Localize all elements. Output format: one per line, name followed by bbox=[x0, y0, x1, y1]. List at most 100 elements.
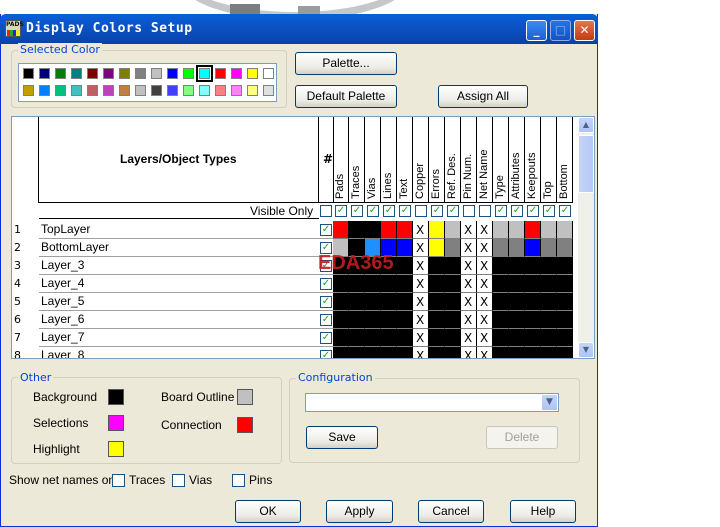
configuration-select[interactable] bbox=[305, 393, 559, 412]
visible-only-checkbox[interactable] bbox=[415, 205, 427, 217]
connection-color-box[interactable] bbox=[237, 417, 253, 433]
color-cell[interactable] bbox=[493, 275, 509, 293]
palette-swatch[interactable] bbox=[135, 85, 146, 96]
palette-swatch[interactable] bbox=[215, 68, 226, 79]
color-cell[interactable] bbox=[349, 329, 365, 347]
visible-only-checkbox[interactable]: ✓ bbox=[335, 205, 347, 217]
palette-swatch[interactable] bbox=[151, 85, 162, 96]
color-cell[interactable] bbox=[381, 311, 397, 329]
color-cell[interactable] bbox=[493, 347, 509, 358]
palette-swatch[interactable] bbox=[167, 85, 178, 96]
visible-only-checkbox[interactable]: ✓ bbox=[383, 205, 395, 217]
visible-only-checkbox[interactable] bbox=[479, 205, 491, 217]
traces-checkbox[interactable] bbox=[112, 474, 125, 487]
color-cell[interactable] bbox=[445, 221, 461, 239]
color-cell[interactable] bbox=[381, 275, 397, 293]
palette-swatch[interactable] bbox=[151, 68, 162, 79]
color-cell[interactable] bbox=[493, 257, 509, 275]
color-cell[interactable] bbox=[397, 239, 413, 257]
layer-visible-checkbox[interactable]: ✓ bbox=[320, 278, 332, 290]
color-cell[interactable] bbox=[333, 329, 349, 347]
color-cell[interactable] bbox=[445, 311, 461, 329]
cancel-button[interactable]: Cancel bbox=[418, 500, 484, 523]
default-palette-button[interactable]: Default Palette bbox=[295, 85, 397, 108]
color-cell[interactable] bbox=[557, 257, 573, 275]
color-cell[interactable] bbox=[397, 257, 413, 275]
configuration-dropdown-button[interactable]: ▼ bbox=[541, 394, 558, 411]
palette-swatch[interactable] bbox=[119, 85, 130, 96]
palette-swatch[interactable] bbox=[55, 85, 66, 96]
palette-swatch[interactable] bbox=[71, 68, 82, 79]
color-cell[interactable] bbox=[333, 311, 349, 329]
color-cell[interactable] bbox=[525, 293, 541, 311]
visible-only-checkbox[interactable]: ✓ bbox=[367, 205, 379, 217]
palette-swatch[interactable] bbox=[263, 68, 274, 79]
palette-swatch[interactable] bbox=[196, 65, 213, 82]
color-cell[interactable] bbox=[541, 239, 557, 257]
color-cell[interactable] bbox=[557, 239, 573, 257]
color-cell[interactable] bbox=[557, 293, 573, 311]
color-cell[interactable] bbox=[429, 239, 445, 257]
palette-swatch[interactable] bbox=[215, 85, 226, 96]
visible-only-checkbox[interactable]: ✓ bbox=[559, 205, 571, 217]
color-cell[interactable] bbox=[333, 275, 349, 293]
color-cell[interactable] bbox=[349, 275, 365, 293]
color-cell[interactable] bbox=[541, 257, 557, 275]
color-cell[interactable] bbox=[333, 221, 349, 239]
color-cell[interactable] bbox=[445, 257, 461, 275]
color-cell[interactable] bbox=[509, 347, 525, 358]
app-icon[interactable]: PADS bbox=[5, 20, 24, 37]
color-cell[interactable] bbox=[429, 329, 445, 347]
palette-swatch[interactable] bbox=[103, 85, 114, 96]
palette-swatch[interactable] bbox=[247, 85, 258, 96]
ok-button[interactable]: OK bbox=[235, 500, 301, 523]
grid-vertical-scrollbar[interactable]: ▲ ▼ bbox=[578, 117, 594, 358]
color-cell[interactable] bbox=[493, 221, 509, 239]
color-cell[interactable] bbox=[493, 239, 509, 257]
palette-swatch[interactable] bbox=[183, 68, 194, 79]
color-cell[interactable] bbox=[365, 311, 381, 329]
color-cell[interactable] bbox=[541, 275, 557, 293]
color-cell[interactable] bbox=[349, 311, 365, 329]
color-cell[interactable] bbox=[349, 221, 365, 239]
palette-swatch[interactable] bbox=[23, 85, 34, 96]
color-cell[interactable] bbox=[509, 221, 525, 239]
color-cell[interactable] bbox=[509, 311, 525, 329]
color-cell[interactable] bbox=[365, 293, 381, 311]
color-cell[interactable] bbox=[429, 347, 445, 358]
color-cell[interactable] bbox=[509, 275, 525, 293]
color-cell[interactable] bbox=[381, 347, 397, 358]
layer-visible-checkbox[interactable]: ✓ bbox=[320, 350, 332, 358]
visible-only-checkbox[interactable]: ✓ bbox=[351, 205, 363, 217]
assign-all-button[interactable]: Assign All bbox=[438, 85, 528, 108]
color-cell[interactable] bbox=[541, 329, 557, 347]
palette-swatch[interactable] bbox=[119, 68, 130, 79]
board-outline-color-box[interactable] bbox=[237, 389, 253, 405]
minimize-button[interactable]: _ bbox=[526, 20, 547, 41]
color-cell[interactable] bbox=[525, 329, 541, 347]
palette-swatch[interactable] bbox=[231, 85, 242, 96]
close-button[interactable]: ✕ bbox=[574, 20, 595, 41]
layer-visible-checkbox[interactable]: ✓ bbox=[320, 314, 332, 326]
palette-swatch[interactable] bbox=[23, 68, 34, 79]
color-cell[interactable] bbox=[493, 293, 509, 311]
background-color-box[interactable] bbox=[108, 389, 124, 405]
color-cell[interactable] bbox=[445, 347, 461, 358]
vias-checkbox[interactable] bbox=[172, 474, 185, 487]
palette-swatch[interactable] bbox=[247, 68, 258, 79]
palette-swatch[interactable] bbox=[167, 68, 178, 79]
layer-visible-checkbox[interactable]: ✓ bbox=[320, 224, 332, 236]
color-cell[interactable] bbox=[397, 221, 413, 239]
save-button[interactable]: Save bbox=[306, 426, 378, 449]
color-cell[interactable] bbox=[509, 293, 525, 311]
color-cell[interactable] bbox=[381, 329, 397, 347]
color-cell[interactable] bbox=[429, 275, 445, 293]
visible-only-checkbox[interactable]: ✓ bbox=[527, 205, 539, 217]
color-cell[interactable] bbox=[381, 293, 397, 311]
visible-only-checkbox[interactable] bbox=[463, 205, 475, 217]
color-cell[interactable] bbox=[557, 275, 573, 293]
color-cell[interactable] bbox=[333, 293, 349, 311]
color-cell[interactable] bbox=[333, 347, 349, 358]
color-cell[interactable] bbox=[557, 311, 573, 329]
color-cell[interactable] bbox=[525, 257, 541, 275]
